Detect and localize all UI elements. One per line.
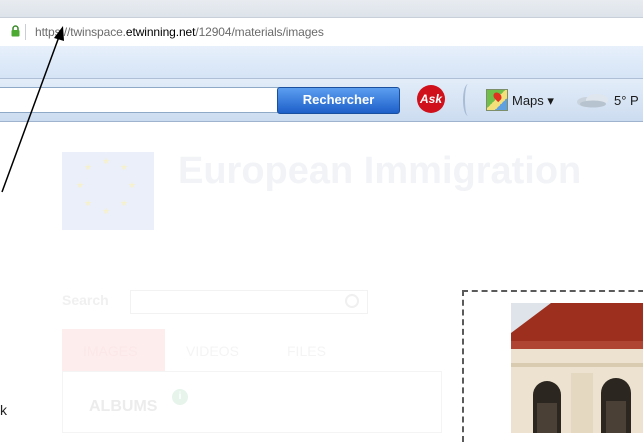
toolbar-separator [463,84,473,116]
building-photo[interactable] [511,303,643,433]
tab-files[interactable]: FILES [287,343,326,359]
eu-flag-icon: ★ ★ ★ ★ ★ ★ ★ ★ [62,152,154,230]
bookmarks-bar [0,46,643,79]
search-icon[interactable] [345,294,359,308]
google-maps-icon[interactable] [486,89,508,111]
tab-images[interactable]: IMAGES [62,329,165,371]
rechercher-button[interactable]: Rechercher [277,87,400,114]
url-text[interactable]: https://twinspace.etwinning.net/12904/ma… [35,25,324,39]
annotation-letter: k [0,402,7,418]
address-bar-divider [25,24,26,40]
ask-logo-icon[interactable]: Ask [417,85,445,113]
albums-heading: ALBUMS [89,398,158,415]
site-title: European Immigration [178,150,582,192]
url-domain: etwinning.net [125,25,196,39]
weather-cloud-icon[interactable] [575,92,611,108]
browser-top-strip [0,0,643,18]
weather-temperature[interactable]: 5° P [614,93,639,108]
info-icon[interactable]: i [172,389,188,405]
tab-videos[interactable]: VIDEOS [186,343,239,359]
page-search-label: Search [62,292,109,308]
tab-images-label: IMAGES [83,343,138,359]
maps-menu-button[interactable]: Maps ▾ [512,93,554,109]
padlock-icon [11,25,20,37]
page-search-input[interactable] [130,290,368,314]
